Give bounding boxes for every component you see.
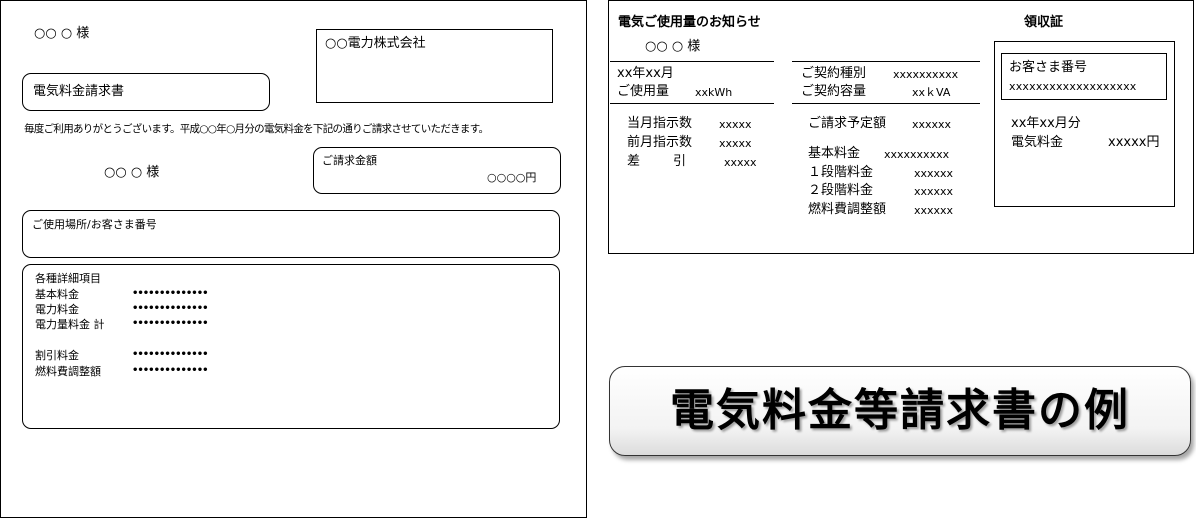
meter-prev-value: xxxxx (719, 137, 752, 150)
detail-value: •••••••••••••• (132, 365, 208, 376)
meter-current-value: xxxxx (719, 118, 752, 131)
detail-label: 電力料金 (35, 303, 79, 316)
billing-amount-value: ○○○○円 (487, 171, 537, 184)
meter-prev-label: 前月指示数 (627, 135, 693, 150)
page-title: 電気料金等請求書の例 (670, 385, 1130, 436)
invoice-recipient-mid: ○○ ○ 様 (104, 165, 160, 180)
invoice-greeting: 毎度ご利用ありがとうございます。平成○○年○月分の電気料金を下記の通りご請求させ… (24, 123, 489, 135)
detail-value: •••••••••••••• (132, 349, 208, 360)
notice-title: 電気ご使用量のお知らせ (618, 15, 761, 30)
billing-amount-label: ご請求金額 (322, 154, 377, 167)
charge-label: 基本料金 (808, 146, 861, 161)
usage-label: ご使用量 (617, 84, 670, 99)
charge-label: ２段階料金 (808, 183, 874, 198)
details-box (22, 264, 560, 429)
customer-number-value: xxxxxxxxxxxxxxxxxxx (1009, 80, 1137, 93)
invoice-title: 電気料金請求書 (33, 84, 125, 99)
receipt-period: xx年xx月分 (1011, 116, 1081, 131)
charge-value: xxxxxxxxxx (884, 148, 950, 161)
contract-type-label: ご契約種別 (801, 66, 867, 81)
receipt-charge-value: xxxxx円 (1108, 135, 1160, 150)
location-label: ご使用場所/お客さま番号 (32, 218, 157, 231)
charge-label: 燃料費調整額 (808, 202, 887, 217)
charge-value: xxxxxx (914, 185, 954, 198)
detail-label: 電力量料金 計 (35, 318, 105, 331)
contract-type-value: xxxxxxxxxx (893, 68, 959, 81)
page-title-panel: 電気料金等請求書の例 (609, 366, 1191, 456)
details-heading: 各種詳細項目 (35, 272, 101, 285)
detail-value: •••••••••••••• (132, 303, 208, 314)
meter-diff-label: 差 引 (627, 154, 687, 169)
receipt-charge-label: 電気料金 (1011, 135, 1064, 150)
invoice-recipient-top: ○○ ○ 様 (34, 26, 90, 41)
detail-value: •••••••••••••• (132, 318, 208, 329)
divider (610, 103, 774, 104)
notice-recipient: ○○ ○ 様 (645, 39, 701, 54)
detail-label: 燃料費調整額 (35, 365, 101, 378)
contract-capacity-value: xxｋVA (912, 86, 951, 99)
notice-month: xx年xx月 (617, 66, 674, 81)
meter-diff-value: xxxxx (724, 156, 757, 169)
scheduled-value: xxxxxx (912, 118, 952, 131)
divider (792, 61, 980, 62)
charge-value: xxxxxx (914, 204, 954, 217)
meter-current-label: 当月指示数 (627, 116, 693, 131)
usage-value: xxkWh (695, 86, 733, 99)
detail-value: •••••••••••••• (132, 288, 208, 299)
company-name: ○○電力株式会社 (325, 36, 426, 51)
detail-label: 基本料金 (35, 288, 79, 301)
divider (792, 103, 980, 104)
contract-capacity-label: ご契約容量 (801, 84, 867, 99)
charge-value: xxxxxx (914, 167, 954, 180)
customer-number-label: お客さま番号 (1009, 60, 1088, 75)
divider (610, 61, 774, 62)
scheduled-label: ご請求予定額 (808, 116, 887, 131)
charge-label: １段階料金 (808, 165, 874, 180)
detail-label: 割引料金 (35, 349, 79, 362)
receipt-title: 領収証 (1024, 15, 1064, 30)
